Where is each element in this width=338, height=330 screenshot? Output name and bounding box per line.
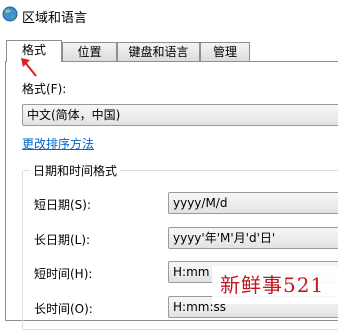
short-date-label: 短日期(S):: [34, 198, 92, 212]
change-sorting-link[interactable]: 更改排序方法: [22, 135, 94, 152]
tab-location[interactable]: 位置: [62, 42, 117, 61]
long-date-label: 长日期(L):: [34, 233, 91, 247]
short-time-value: H:mm: [173, 265, 210, 279]
tab-administrative[interactable]: 管理: [200, 42, 250, 61]
format-select[interactable]: 中文(简体，中国): [22, 104, 338, 126]
tab-keyboards-languages[interactable]: 键盘和语言: [117, 42, 200, 61]
long-date-value: yyyy'年'M'月'd'日': [173, 231, 276, 245]
long-time-label: 长时间(O):: [34, 302, 93, 316]
short-date-value: yyyy/M/d: [173, 196, 228, 210]
short-date-select[interactable]: yyyy/M/d: [168, 192, 338, 214]
short-time-label: 短时间(H):: [34, 267, 93, 281]
globe-icon: [2, 6, 18, 22]
format-select-value: 中文(简体，中国): [27, 108, 121, 122]
tab-strip: 格式 位置 键盘和语言 管理: [0, 40, 338, 62]
window-title: 区域和语言: [22, 11, 88, 26]
annotation-arrow-icon: [21, 58, 37, 77]
datetime-group-title: 日期和时间格式: [30, 162, 121, 179]
long-date-select[interactable]: yyyy'年'M'月'd'日': [168, 227, 338, 249]
watermark: 新鲜事521: [212, 266, 338, 304]
title-bar: 区域和语言: [0, 0, 338, 34]
